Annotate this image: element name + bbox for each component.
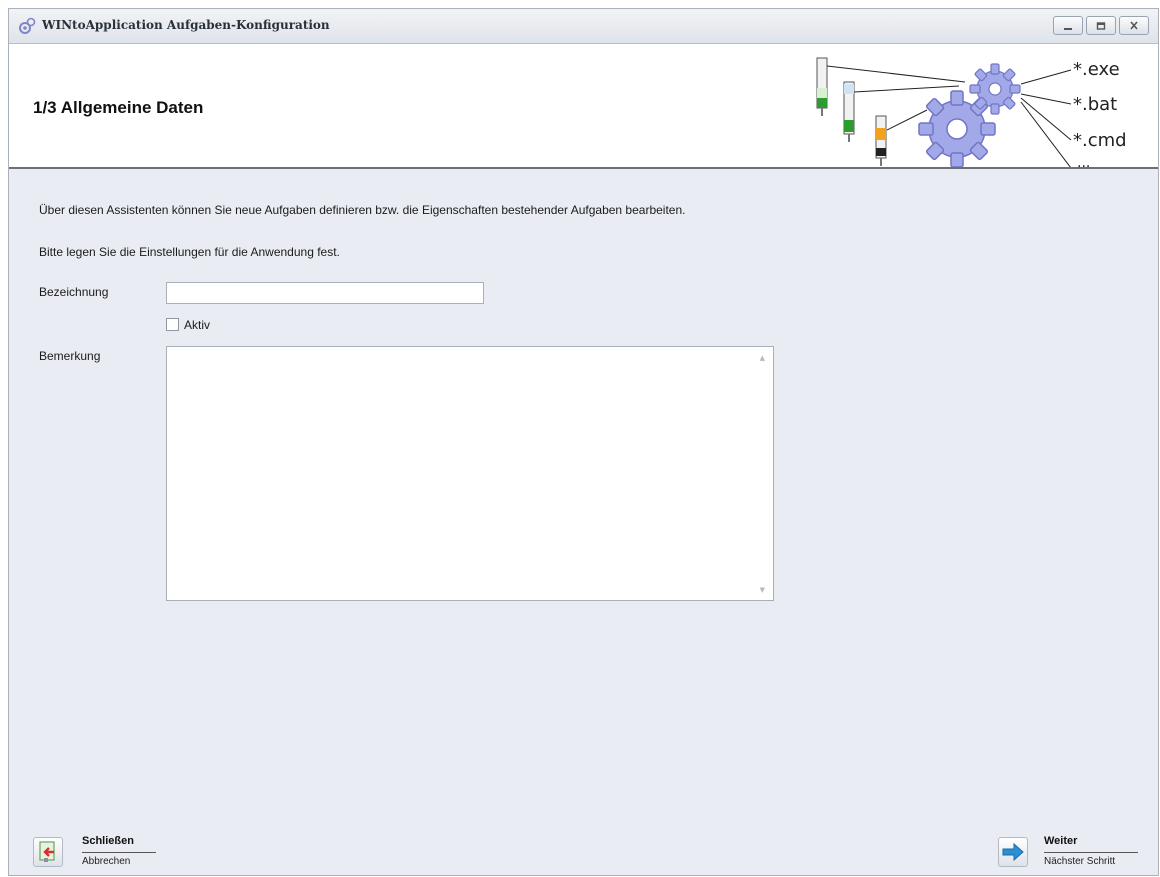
remark-textarea[interactable]: ▲ ▼	[166, 346, 774, 601]
minimize-icon	[1064, 27, 1072, 30]
close-button-title[interactable]: Schließen	[82, 835, 134, 847]
wizard-header: 1/3 Allgemeine Daten *.exe *.bat *.cmd .…	[9, 44, 1158, 169]
ext-label-cmd: *.cmd	[1073, 130, 1127, 151]
ext-label-exe: *.exe	[1073, 59, 1120, 80]
ext-label-bat: *.bat	[1073, 94, 1117, 115]
window-title: WINtoApplication Aufgaben-Konfiguration	[42, 18, 330, 32]
next-button[interactable]	[998, 837, 1028, 867]
exit-icon	[39, 841, 55, 862]
close-button-subtitle[interactable]: Abbrechen	[82, 856, 130, 867]
title-bar[interactable]: WINtoApplication Aufgaben-Konfiguration	[9, 9, 1158, 44]
divider	[82, 852, 156, 853]
name-label: Bezeichnung	[39, 285, 109, 299]
close-wizard-button[interactable]	[33, 837, 63, 867]
app-window: WINtoApplication Aufgaben-Konfiguration …	[8, 8, 1159, 876]
gears-icon	[19, 17, 36, 34]
signal-tower-icon	[843, 81, 855, 142]
divider	[1044, 852, 1138, 853]
close-button[interactable]	[1119, 16, 1149, 35]
gear-icon	[969, 63, 1021, 115]
maximize-button[interactable]	[1086, 16, 1116, 35]
maximize-icon	[1096, 21, 1106, 30]
scroll-down-icon[interactable]: ▼	[760, 587, 765, 594]
minimize-button[interactable]	[1053, 16, 1083, 35]
intro-text: Über diesen Assistenten können Sie neue …	[39, 203, 686, 217]
ext-label-more: ...	[1077, 155, 1090, 167]
step-title: 1/3 Allgemeine Daten	[33, 98, 204, 117]
active-checkbox[interactable]	[166, 318, 179, 331]
signal-tower-icon	[816, 57, 828, 116]
scroll-up-icon[interactable]: ▲	[760, 355, 765, 362]
close-icon	[1130, 21, 1138, 30]
remark-label: Bemerkung	[39, 349, 101, 363]
gears-files-graphic: *.exe *.bat *.cmd ...	[816, 57, 1127, 167]
instruction-text: Bitte legen Sie die Einstellungen für di…	[39, 245, 340, 259]
next-button-title[interactable]: Weiter	[1044, 835, 1077, 847]
active-label[interactable]: Aktiv	[184, 318, 210, 332]
wizard-footer: Schließen Abbrechen Weiter Nächster Schr…	[9, 827, 1158, 875]
window-controls	[1053, 16, 1149, 35]
next-button-subtitle[interactable]: Nächster Schritt	[1044, 856, 1115, 867]
name-input[interactable]	[166, 282, 484, 304]
signal-tower-icon	[875, 115, 887, 166]
arrow-right-icon	[1002, 842, 1024, 862]
